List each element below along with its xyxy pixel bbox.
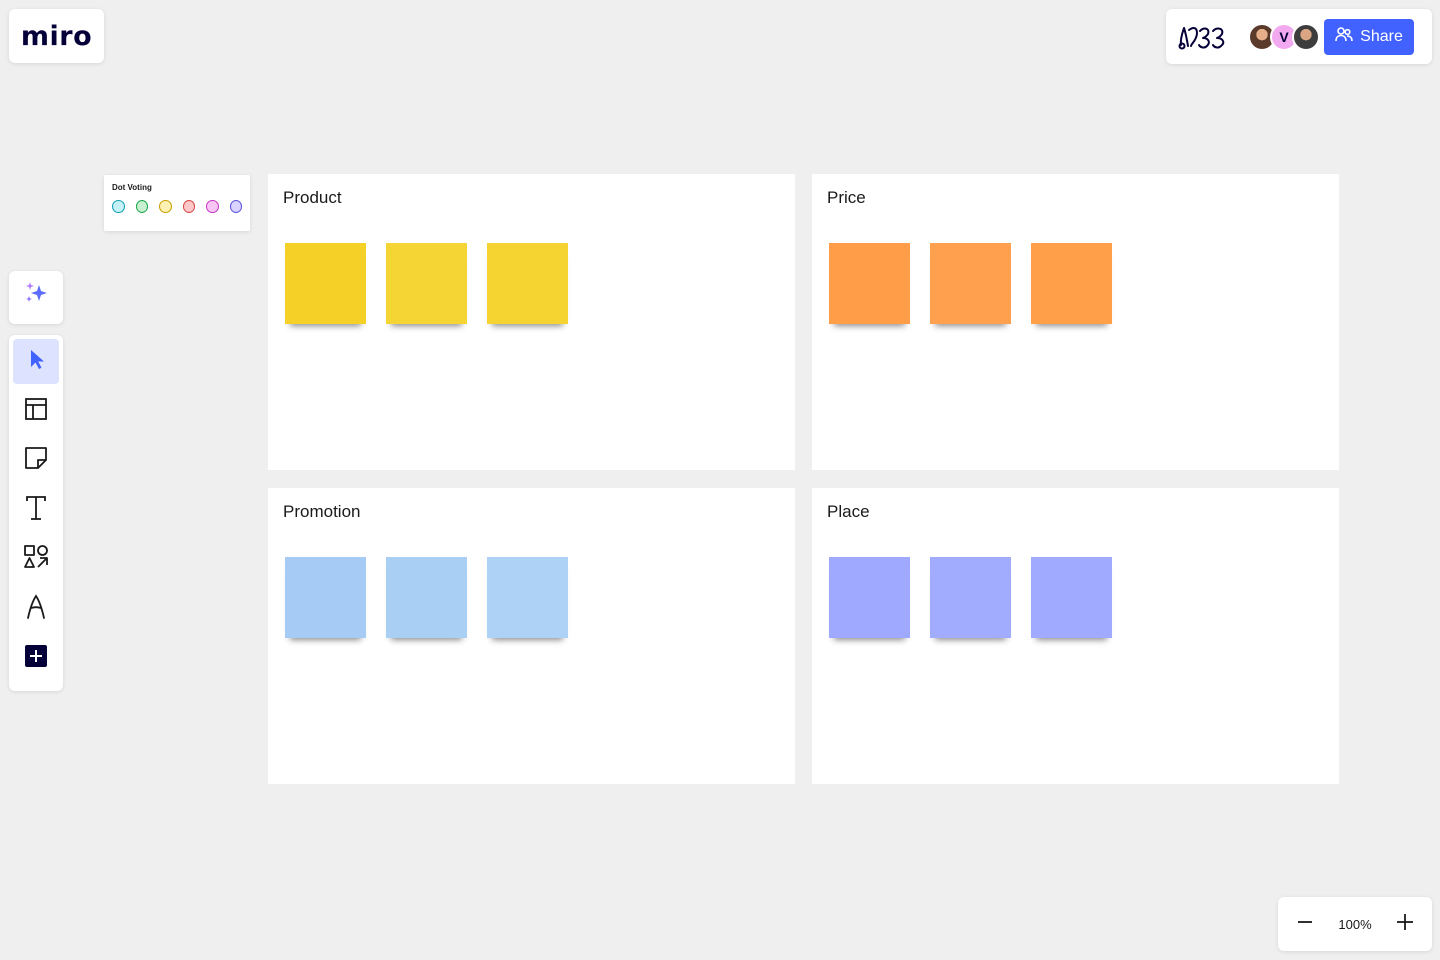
- vote-dot-pink[interactable]: [206, 200, 219, 213]
- frame-title: Place: [827, 502, 870, 521]
- vote-dot-red[interactable]: [182, 200, 195, 213]
- vote-dot-yellow[interactable]: [159, 200, 172, 213]
- frame-price[interactable]: Price: [812, 174, 1339, 470]
- sticky-note[interactable]: [386, 243, 467, 324]
- text-tool[interactable]: [13, 488, 59, 533]
- sticky-note-tool[interactable]: [13, 438, 59, 483]
- main-toolbar: [9, 335, 63, 691]
- frame-title: Promotion: [283, 502, 361, 521]
- collaboration-bar: V Share: [1166, 9, 1432, 64]
- frame-place[interactable]: Place: [812, 488, 1339, 784]
- board-signature-icon[interactable]: [1178, 19, 1238, 55]
- share-users-icon: [1335, 26, 1353, 47]
- sticky-note-icon: [24, 446, 48, 475]
- shapes-icon: [23, 544, 49, 575]
- zoom-level[interactable]: 100%: [1338, 917, 1371, 932]
- sticky-note[interactable]: [285, 557, 366, 638]
- logo-text: miro: [20, 20, 93, 52]
- vote-dot-green[interactable]: [135, 200, 148, 213]
- miro-logo[interactable]: miro: [9, 9, 104, 63]
- avatar-photo-2[interactable]: [1292, 22, 1320, 51]
- sticky-note[interactable]: [1031, 243, 1112, 324]
- frame-title: Product: [283, 188, 342, 207]
- sticky-note[interactable]: [285, 243, 366, 324]
- templates-tool[interactable]: [13, 389, 59, 434]
- zoom-in-button[interactable]: [1392, 911, 1418, 937]
- sticky-note[interactable]: [487, 557, 568, 638]
- frame-promotion[interactable]: Promotion: [268, 488, 795, 784]
- zoom-out-button[interactable]: [1292, 911, 1318, 937]
- share-button[interactable]: Share: [1324, 18, 1414, 55]
- sticky-note[interactable]: [829, 243, 910, 324]
- plus-square-icon: [24, 644, 48, 673]
- text-icon: [24, 495, 48, 526]
- dot-voting-widget[interactable]: Dot Voting: [104, 175, 250, 231]
- pen-tool[interactable]: [13, 587, 59, 632]
- vote-dot-cyan[interactable]: [112, 200, 125, 213]
- layout-icon: [24, 397, 48, 426]
- ai-assist-button[interactable]: [13, 273, 59, 318]
- sticky-note[interactable]: [386, 557, 467, 638]
- frame-title: Price: [827, 188, 866, 207]
- more-apps-tool[interactable]: [13, 636, 59, 681]
- zoom-control: 100%: [1278, 897, 1432, 951]
- share-label: Share: [1360, 27, 1403, 45]
- sticky-note[interactable]: [829, 557, 910, 638]
- sticky-note[interactable]: [487, 243, 568, 324]
- sticky-note[interactable]: [1031, 557, 1112, 638]
- select-tool[interactable]: [13, 339, 59, 384]
- dot-voting-title: Dot Voting: [112, 183, 152, 192]
- sticky-note[interactable]: [930, 243, 1011, 324]
- pen-icon: [25, 593, 47, 625]
- sparkle-icon: [23, 280, 49, 311]
- sticky-note[interactable]: [930, 557, 1011, 638]
- ai-assist-bar: [9, 271, 63, 324]
- minus-icon: [1296, 913, 1314, 936]
- dot-voting-dots: [112, 200, 242, 213]
- plus-icon: [1396, 913, 1414, 936]
- frame-product[interactable]: Product: [268, 174, 795, 470]
- vote-dot-purple[interactable]: [229, 200, 242, 213]
- cursor-icon: [26, 348, 46, 375]
- shapes-tool[interactable]: [13, 537, 59, 582]
- collaborator-avatars: V: [1248, 22, 1320, 51]
